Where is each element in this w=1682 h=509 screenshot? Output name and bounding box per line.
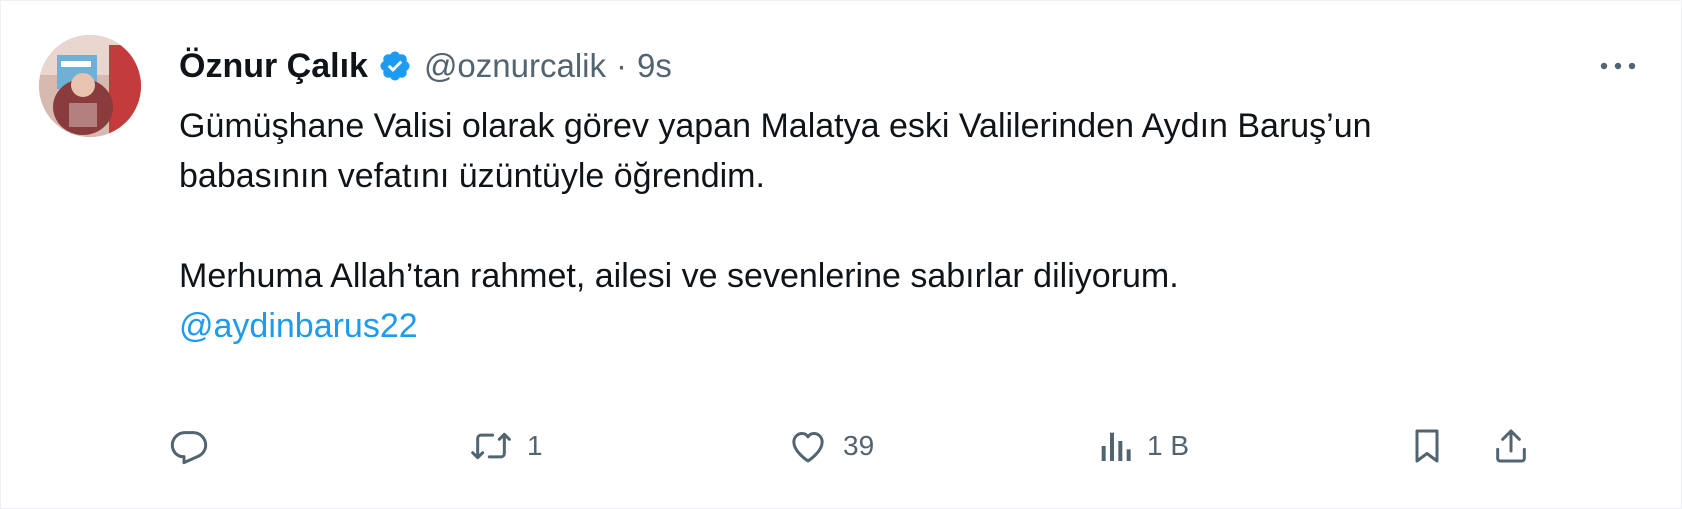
like-button[interactable]: 39 bbox=[787, 421, 874, 471]
tweet-card[interactable]: Öznur Çalık @oznurcalik · 9s Gümüşhane V… bbox=[0, 0, 1682, 509]
views-icon bbox=[1097, 426, 1133, 466]
retweet-count: 1 bbox=[527, 430, 543, 461]
verified-badge-icon bbox=[378, 49, 412, 83]
bookmark-icon bbox=[1409, 426, 1445, 466]
share-button[interactable] bbox=[1491, 421, 1531, 471]
views-button[interactable]: 1 B bbox=[1097, 421, 1189, 471]
tweet-text: Gümüşhane Valisi olarak görev yapan Mala… bbox=[179, 101, 1659, 351]
like-count: 39 bbox=[843, 430, 875, 461]
more-icon[interactable] bbox=[1593, 51, 1643, 81]
reply-button[interactable] bbox=[169, 421, 223, 471]
share-icon bbox=[1491, 426, 1531, 466]
mention-link[interactable]: @aydinbarus22 bbox=[179, 307, 418, 345]
tweet-text-line: babasının vefatını üzüntüyle öğrendim. bbox=[179, 157, 765, 195]
retweet-button[interactable]: 1 bbox=[469, 421, 543, 471]
bookmark-button[interactable] bbox=[1409, 421, 1445, 471]
author-name[interactable]: Öznur Çalık bbox=[179, 47, 368, 86]
avatar[interactable] bbox=[39, 35, 141, 137]
author-handle[interactable]: @oznurcalik bbox=[424, 47, 606, 85]
like-icon bbox=[787, 426, 829, 466]
tweet-text-line: Merhuma Allah’tan rahmet, ailesi ve seve… bbox=[179, 257, 1179, 295]
retweet-icon bbox=[469, 426, 513, 466]
tweet-text-line: Gümüşhane Valisi olarak görev yapan Mala… bbox=[179, 107, 1372, 145]
separator-dot: · bbox=[616, 47, 628, 84]
tweet-header: Öznur Çalık @oznurcalik · 9s bbox=[179, 43, 672, 89]
views-count: 1 B bbox=[1147, 430, 1190, 461]
reply-icon bbox=[169, 426, 209, 466]
tweet-time[interactable]: 9s bbox=[637, 47, 672, 85]
